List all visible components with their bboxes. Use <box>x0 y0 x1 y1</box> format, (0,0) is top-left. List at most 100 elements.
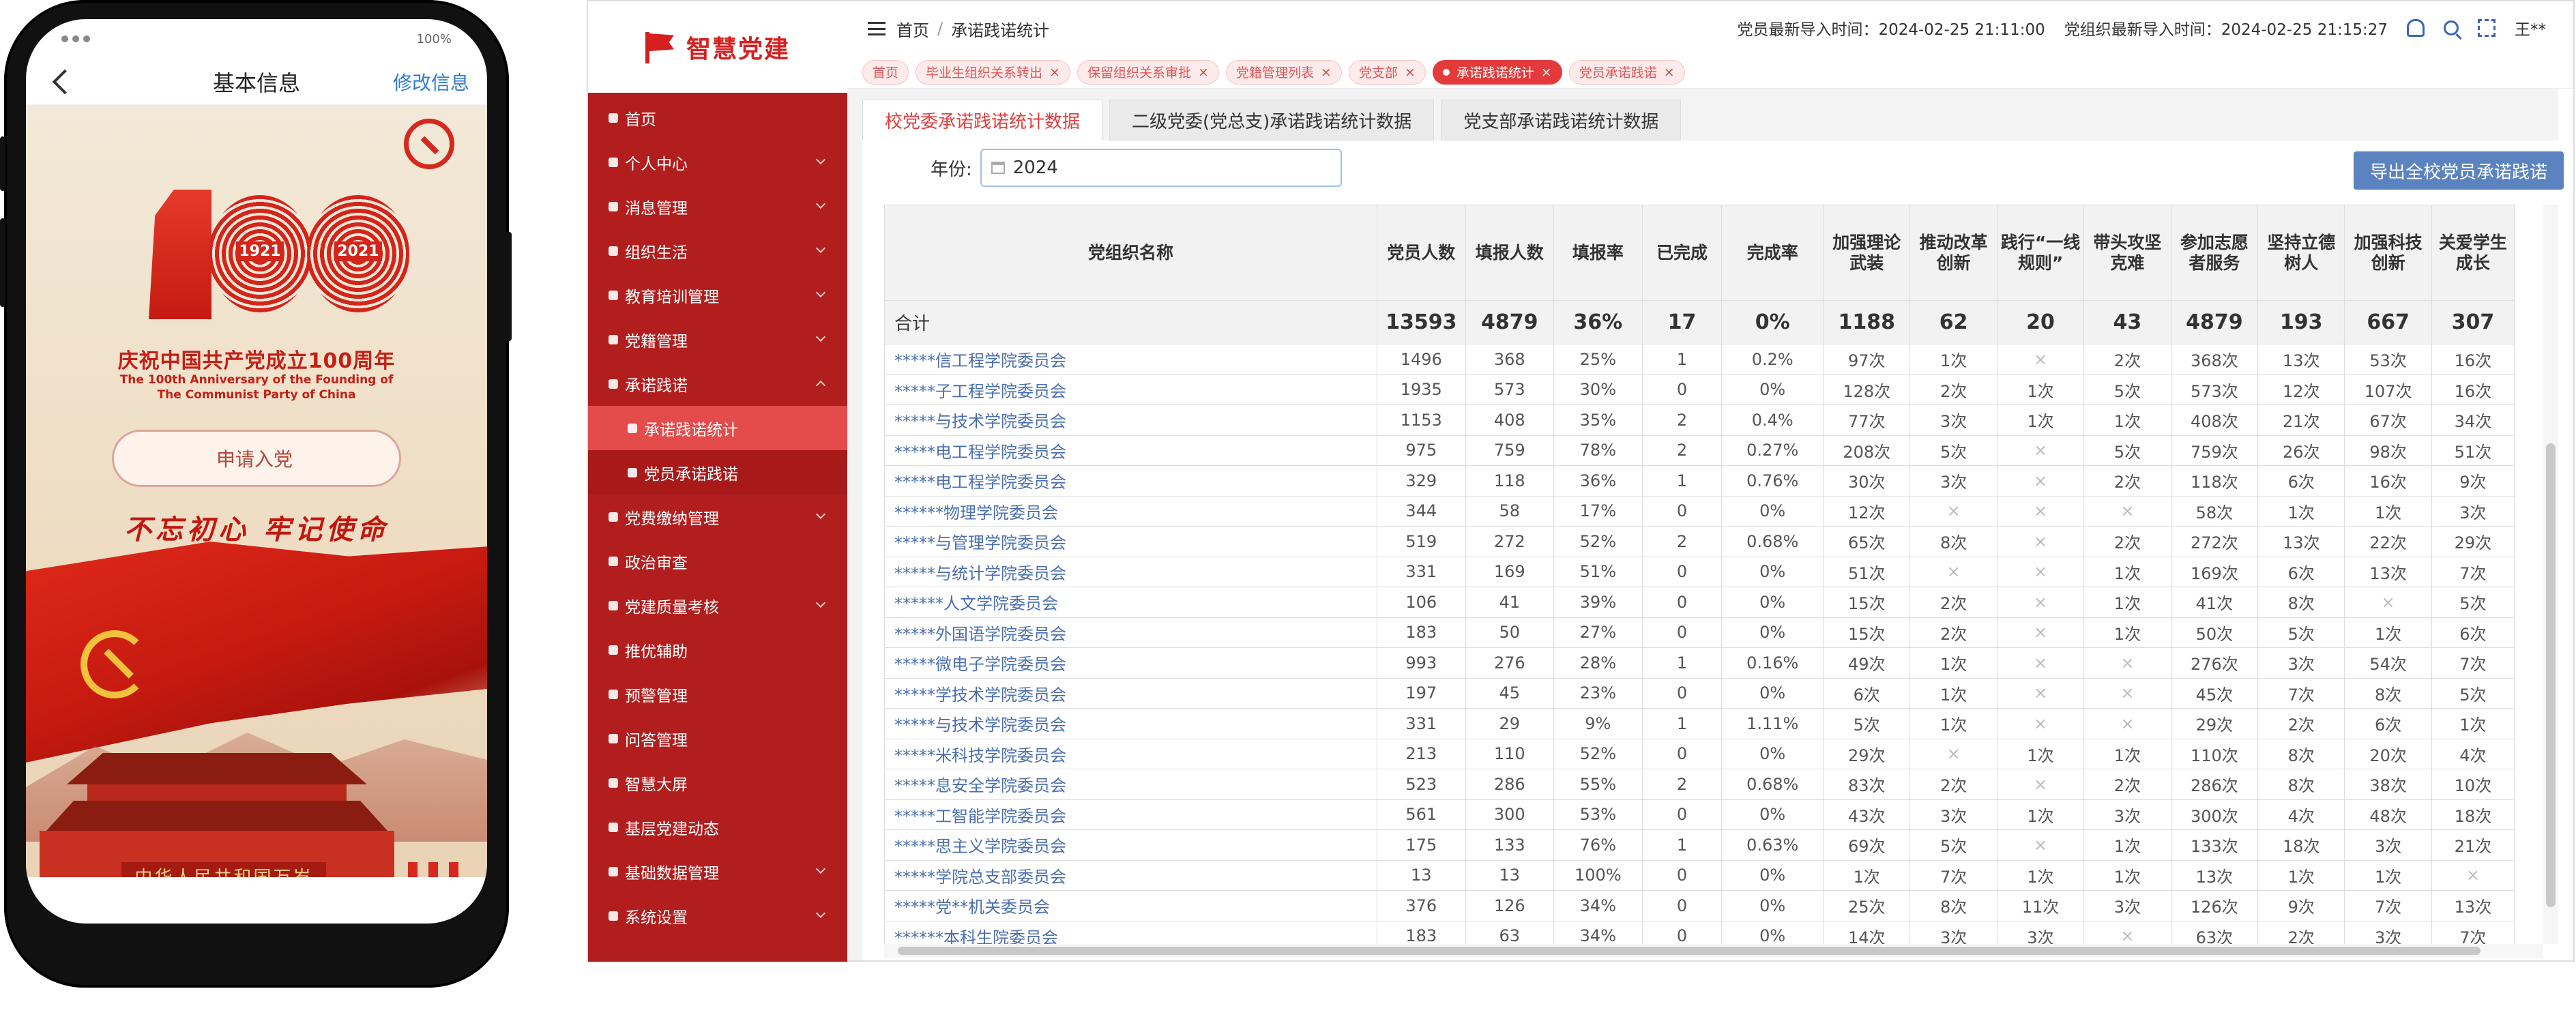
table-cell: 1 <box>1641 647 1723 679</box>
org-name-link[interactable]: *****党**机关委员会 <box>884 890 1377 921</box>
visited-tab[interactable]: 承诺践诺统计 × <box>1432 59 1562 85</box>
table-cell: 2 <box>1641 769 1723 800</box>
table-cell: 128次 <box>1823 374 1911 405</box>
org-name-link[interactable]: *****微电子学院委员会 <box>884 647 1377 679</box>
table-cell: 49次 <box>1823 647 1911 679</box>
sidebar-item[interactable]: 首页 <box>588 95 847 140</box>
vertical-scrollbar[interactable] <box>2543 205 2558 944</box>
sidebar-item[interactable]: 消息管理 <box>588 184 847 228</box>
sidebar-item-label: 承诺践诺 <box>625 376 688 395</box>
sidebar-item[interactable]: 承诺践诺 <box>588 361 847 406</box>
table-cell: 1次 <box>2257 859 2345 891</box>
org-name-link[interactable]: ******本科生院委员会 <box>884 920 1377 944</box>
org-name-link[interactable]: *****子工程学院委员会 <box>884 374 1377 405</box>
sidebar-item-label: 基础数据管理 <box>625 864 719 883</box>
sidebar-item[interactable]: 问答管理 <box>588 716 847 760</box>
sidebar-item[interactable]: 预警管理 <box>588 672 847 716</box>
sidebar-item[interactable]: 基础数据管理 <box>588 849 847 894</box>
table-cell: 8次 <box>1909 526 1997 557</box>
bell-icon[interactable] <box>2407 19 2425 37</box>
sidebar-item[interactable]: 党员承诺践诺 <box>588 450 847 494</box>
org-name-link[interactable]: ******人文学院委员会 <box>884 587 1377 618</box>
table-cell: 63次 <box>2170 920 2259 944</box>
edit-info-link[interactable]: 修改信息 <box>393 68 469 95</box>
org-name-link[interactable]: *****学院总支部委员会 <box>884 859 1377 891</box>
sidebar-item[interactable]: 智慧大屏 <box>588 760 847 805</box>
table-cell: 16次 <box>2431 374 2515 405</box>
chevron-up-icon <box>815 380 826 391</box>
sidebar-item[interactable]: 基层党建动态 <box>588 805 847 849</box>
sidebar-item[interactable]: 党建质量考核 <box>588 583 847 627</box>
table-cell: 183 <box>1377 617 1466 648</box>
fullscreen-icon[interactable] <box>2478 19 2496 37</box>
table-cell: 7次 <box>2257 677 2345 709</box>
apply-party-button[interactable]: 申请入党 <box>112 430 401 487</box>
chevron-down-icon <box>815 243 826 254</box>
sidebar-item-label: 党建质量考核 <box>625 598 719 617</box>
close-icon[interactable]: × <box>1405 65 1416 80</box>
sidebar-item[interactable]: 系统设置 <box>588 894 847 938</box>
org-name-link[interactable]: *****工智能学院委员会 <box>884 799 1377 830</box>
year-picker[interactable]: 2024 <box>980 149 1342 187</box>
org-name-link[interactable]: *****米科技学院委员会 <box>884 738 1377 769</box>
org-name-link[interactable]: *****思主义学院委员会 <box>884 829 1377 861</box>
table-cell: 133次 <box>2170 829 2259 861</box>
sidebar-item[interactable]: 教育培训管理 <box>588 273 847 317</box>
sidebar-item[interactable]: 政治审查 <box>588 539 847 583</box>
org-name-link[interactable]: *****外国语学院委员会 <box>884 617 1377 648</box>
org-name-link[interactable]: *****与技术学院委员会 <box>884 404 1377 436</box>
stat-tab[interactable]: 党支部承诺践诺统计数据 <box>1441 100 1682 141</box>
close-icon[interactable]: × <box>1664 65 1675 80</box>
org-name-link[interactable]: *****电工程学院委员会 <box>884 434 1377 466</box>
visited-tab[interactable]: 党支部 × <box>1348 59 1426 85</box>
hamburger-icon[interactable] <box>868 22 886 35</box>
org-name-link[interactable]: *****学技术学院委员会 <box>884 677 1377 709</box>
org-name-link[interactable]: *****与统计学院委员会 <box>884 556 1377 587</box>
sidebar-item[interactable]: 承诺践诺统计 <box>588 406 847 450</box>
table-cell: 0 <box>1641 587 1723 618</box>
table-cell: 1次 <box>2083 738 2171 769</box>
table-cell: 34% <box>1553 890 1643 921</box>
table-cell: 25次 <box>1823 890 1911 921</box>
table-cell: 3次 <box>2083 890 2171 921</box>
chevron-down-icon <box>815 863 826 874</box>
search-icon[interactable] <box>2444 20 2459 35</box>
back-icon[interactable] <box>52 69 78 94</box>
sidebar-item-label: 消息管理 <box>625 199 688 218</box>
close-icon[interactable]: × <box>1541 65 1552 80</box>
close-icon[interactable]: × <box>1049 65 1060 80</box>
year-label: 年份: <box>931 159 972 180</box>
breadcrumb-home[interactable]: 首页 <box>896 17 929 41</box>
stat-tab[interactable]: 校党委承诺践诺统计数据 <box>862 100 1103 141</box>
visited-tab[interactable]: 首页 <box>862 59 909 85</box>
sidebar-item[interactable]: 党籍管理 <box>588 317 847 361</box>
visited-tab[interactable]: 毕业生组织关系转出 × <box>916 59 1070 85</box>
visited-tab[interactable]: 党籍管理列表 × <box>1225 59 1342 85</box>
visited-tab[interactable]: 保留组织关系审批 × <box>1077 59 1219 85</box>
close-icon[interactable]: × <box>1198 65 1209 80</box>
org-name-link[interactable]: *****息安全学院委员会 <box>884 769 1377 800</box>
org-name-link[interactable]: *****电工程学院委员会 <box>884 465 1377 497</box>
sidebar-item[interactable]: 党费缴纳管理 <box>588 494 847 539</box>
sidebar-item[interactable]: 推优辅助 <box>588 627 847 672</box>
table-cell: 6次 <box>2257 465 2345 497</box>
org-name-link[interactable]: *****信工程学院委员会 <box>884 344 1377 375</box>
sidebar-item[interactable]: 个人中心 <box>588 140 847 184</box>
export-button[interactable]: 导出全校党员承诺践诺 <box>2353 151 2564 190</box>
member-import-time: 党员最新导入时间：2024-02-25 21:11:00 <box>1737 21 2045 39</box>
table-cell: 7次 <box>2431 647 2515 679</box>
org-name-link[interactable]: ******物理学院委员会 <box>884 495 1377 527</box>
user-menu[interactable]: 王** <box>2515 16 2546 40</box>
stat-tab[interactable]: 二级党委(党总支)承诺践诺统计数据 <box>1109 100 1435 141</box>
table-cell: 55% <box>1553 769 1643 800</box>
sidebar-item[interactable]: 组织生活 <box>588 228 847 273</box>
org-name-link[interactable]: *****与管理学院委员会 <box>884 526 1377 557</box>
horizontal-scrollbar[interactable] <box>884 944 2543 958</box>
visited-tab[interactable]: 党员承诺践诺 × <box>1568 59 1685 85</box>
table-cell: 2次 <box>2083 526 2171 557</box>
table-cell: 2次 <box>2257 708 2345 739</box>
close-icon[interactable]: × <box>1321 65 1332 80</box>
table-cell: 0% <box>1721 587 1824 618</box>
org-name-link[interactable]: *****与技术学院委员会 <box>884 708 1377 739</box>
table-cell: × <box>2083 677 2171 709</box>
